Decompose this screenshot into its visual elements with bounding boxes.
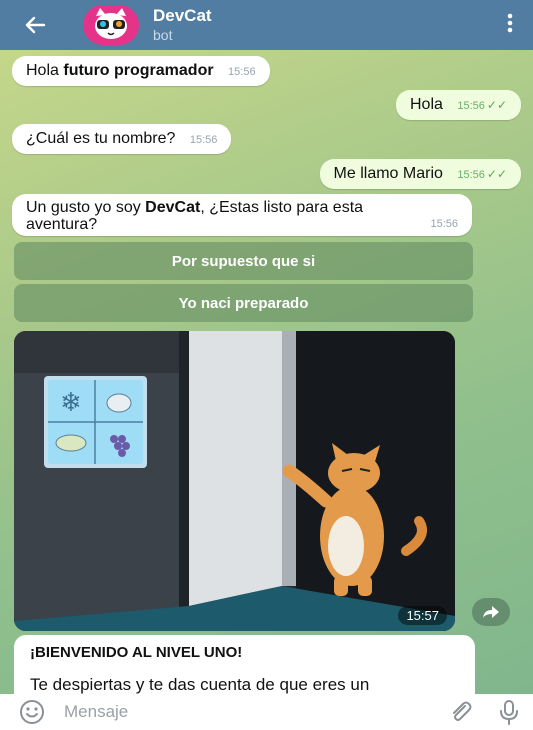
- message-text: Me llamo Mario: [333, 165, 443, 182]
- chat-subtitle: bot: [153, 27, 173, 43]
- message-text-prefix: Un gusto yo soy: [26, 199, 146, 216]
- message-time: 15:56: [189, 134, 218, 146]
- fridge-cat-illustration: ❄: [14, 331, 455, 631]
- message-time: 15:56: [457, 100, 485, 112]
- inline-button-option-2[interactable]: Yo naci preparado: [14, 284, 473, 322]
- message-text: Hola: [410, 96, 443, 113]
- message-time: 15:56: [430, 218, 458, 230]
- photo-time: 15:57: [398, 606, 447, 625]
- more-options-icon[interactable]: [507, 13, 513, 37]
- bot-avatar[interactable]: [83, 5, 139, 45]
- attach-icon[interactable]: [437, 700, 485, 724]
- emoji-icon[interactable]: [0, 698, 64, 726]
- incoming-message: ¿Cuál es tu nombre? 15:56: [12, 124, 232, 154]
- back-arrow-icon[interactable]: [0, 0, 70, 50]
- outgoing-message: Me llamo Mario 15:56 ✓✓: [319, 159, 521, 189]
- svg-text:❄: ❄: [60, 388, 82, 418]
- message-text-prefix: Hola: [26, 62, 64, 79]
- cat-face-icon: [95, 8, 127, 39]
- microphone-icon[interactable]: [485, 699, 533, 725]
- caption-text: Te despiertas y te das cuenta de que ere…: [30, 675, 370, 694]
- message-text: ¿Cuál es tu nombre?: [26, 130, 176, 147]
- inline-button-option-1[interactable]: Por supuesto que si: [14, 242, 473, 280]
- photo-message[interactable]: ❄ 15:57: [14, 331, 455, 631]
- read-checkmarks-icon: ✓✓: [486, 98, 507, 112]
- chat-header: DevCat bot: [0, 0, 533, 50]
- message-input[interactable]: Mensaje: [64, 702, 437, 722]
- forward-share-icon[interactable]: [472, 598, 510, 626]
- message-input-bar: Mensaje: [0, 694, 533, 730]
- message-time: 15:56: [228, 66, 256, 78]
- incoming-message: Un gusto yo soy DevCat, ¿Estas listo par…: [12, 194, 472, 236]
- message-text-suffix: , ¿Estas listo para esta: [200, 199, 364, 216]
- message-text-line2: aventura?: [26, 216, 98, 233]
- caption-title: ¡BIENVENIDO AL NIVEL UNO!: [30, 644, 243, 661]
- outgoing-message: Hola 15:56 ✓✓: [396, 90, 521, 120]
- message-text-bold: DevCat: [145, 199, 201, 216]
- read-checkmarks-icon: ✓✓: [486, 167, 507, 181]
- message-text-bold: futuro programador: [63, 62, 214, 79]
- incoming-message: Hola futuro programador 15:56: [12, 56, 270, 86]
- chat-title[interactable]: DevCat: [153, 6, 212, 26]
- message-time: 15:56: [457, 169, 485, 181]
